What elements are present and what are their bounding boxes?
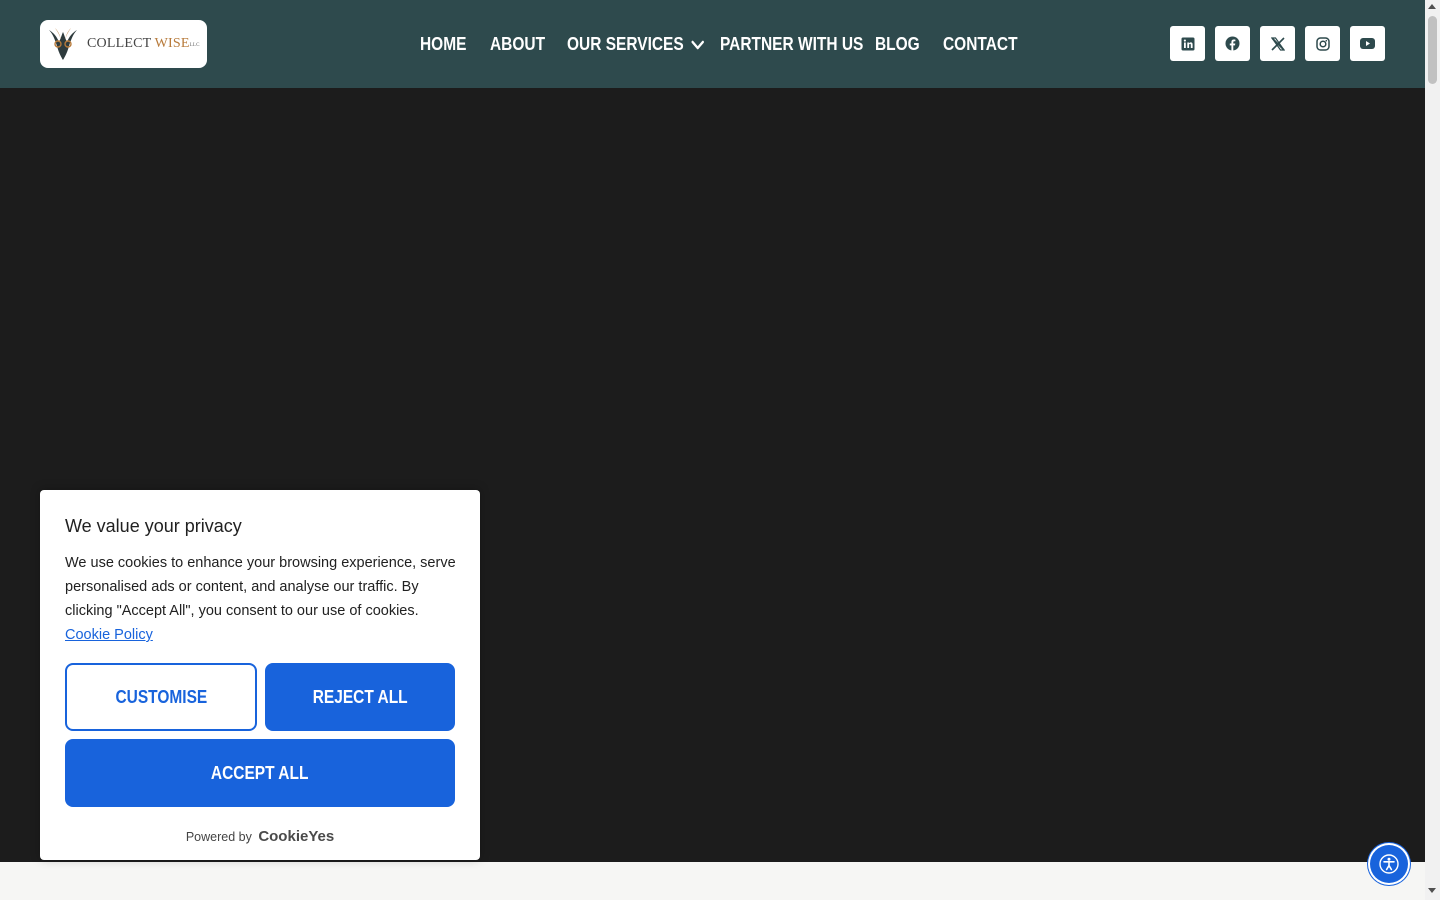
- accessibility-button[interactable]: [1370, 845, 1408, 883]
- x-twitter-link[interactable]: [1260, 26, 1295, 61]
- facebook-icon: [1225, 36, 1240, 51]
- scroll-up-arrow-icon[interactable]: [1428, 4, 1436, 9]
- powered-by: Powered by CookieYes: [40, 828, 480, 845]
- owl-logo-icon: [49, 28, 77, 60]
- accept-all-button-label: ACCEPT ALL: [211, 762, 309, 783]
- instagram-link[interactable]: [1305, 26, 1340, 61]
- nav-our-services-label: OUR SERVICES: [567, 34, 684, 54]
- logo-word-collect: COLLECT: [87, 36, 155, 51]
- logo-suffix: LLC: [189, 43, 200, 48]
- customise-button-label: CUSTOMISE: [115, 686, 207, 707]
- youtube-link[interactable]: [1350, 26, 1385, 61]
- site-logo[interactable]: COLLECT WISELLC: [40, 20, 207, 68]
- site-header: COLLECT WISELLC HOME ABOUT OUR SERVICES …: [0, 0, 1425, 88]
- youtube-icon: [1360, 38, 1375, 49]
- facebook-link[interactable]: [1215, 26, 1250, 61]
- reject-all-button[interactable]: REJECT ALL: [265, 663, 455, 731]
- instagram-icon: [1315, 36, 1330, 51]
- linkedin-link[interactable]: [1170, 26, 1205, 61]
- x-twitter-icon: [1270, 36, 1285, 51]
- cookie-banner-title: We value your privacy: [65, 516, 242, 536]
- nav-partner-with-us[interactable]: PARTNER WITH US: [720, 34, 863, 55]
- scroll-down-arrow-icon[interactable]: [1428, 888, 1436, 893]
- chevron-down-icon[interactable]: [691, 39, 705, 51]
- page-scrollbar[interactable]: [1425, 0, 1440, 900]
- cookie-banner-text: We use cookies to enhance your browsing …: [65, 551, 460, 647]
- accept-all-button[interactable]: ACCEPT ALL: [65, 739, 455, 807]
- scrollbar-thumb[interactable]: [1428, 16, 1437, 84]
- nav-about[interactable]: ABOUT: [490, 34, 545, 55]
- reject-all-button-label: REJECT ALL: [312, 686, 408, 707]
- linkedin-icon: [1181, 37, 1194, 50]
- nav-our-services[interactable]: OUR SERVICES: [567, 34, 704, 55]
- nav-blog[interactable]: BLOG: [875, 34, 920, 55]
- cookie-consent-banner: We value your privacy We use cookies to …: [40, 490, 480, 860]
- cookie-policy-link[interactable]: Cookie Policy: [65, 627, 153, 643]
- nav-contact[interactable]: CONTACT: [943, 34, 1018, 55]
- nav-home[interactable]: HOME: [420, 34, 466, 55]
- content-section-top: [0, 862, 1425, 900]
- logo-word-wise: WISE: [154, 36, 190, 51]
- cookie-banner-body: We use cookies to enhance your browsing …: [65, 555, 456, 619]
- cookieyes-logo[interactable]: CookieYes: [258, 828, 334, 845]
- page: COLLECT WISELLC HOME ABOUT OUR SERVICES …: [0, 0, 1440, 900]
- logo-wordmark: COLLECT WISELLC: [87, 36, 200, 52]
- accessibility-icon: [1379, 854, 1399, 874]
- customise-button[interactable]: CUSTOMISE: [65, 663, 257, 731]
- powered-by-label: Powered by: [185, 830, 252, 844]
